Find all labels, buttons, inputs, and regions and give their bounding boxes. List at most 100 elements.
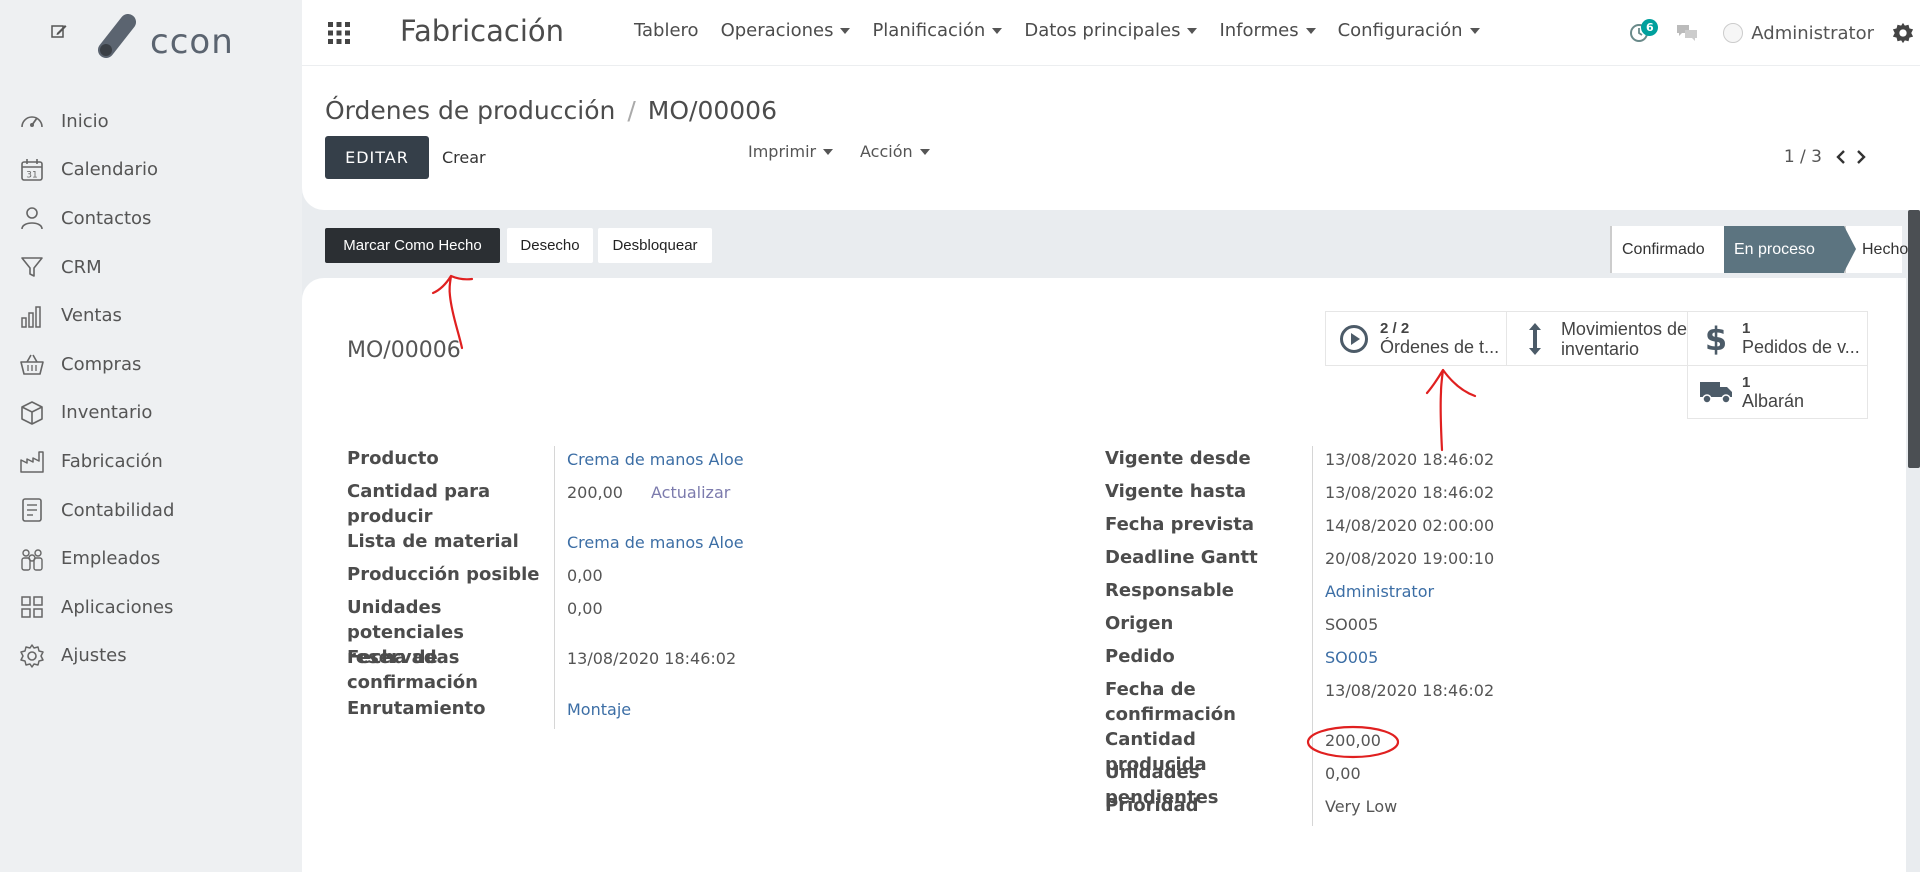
sidebar-item-contactos[interactable]: Contactos [0,194,302,243]
responsible-link[interactable]: Administrator [1313,578,1434,611]
pickings-smart-button[interactable]: 1 Albarán [1687,365,1868,419]
field-value: Very Low [1325,797,1398,816]
field-vigente-hasta: Vigente hasta 13/08/2020 18:46:02 [1105,479,1494,512]
field-value: 0,00 [1325,764,1361,783]
breadcrumb-separator: / [627,96,636,125]
field-label: Vigente hasta [1105,479,1313,512]
systray: 6 Administrator [1629,0,1920,66]
field-label: Lista de material [347,529,555,562]
product-link[interactable]: Crema de manos Aloe [555,446,744,479]
statusbar-stages: Confirmado En proceso Hecho [1610,226,1908,273]
sidebar-item-empleados[interactable]: Empleados [0,534,302,583]
settings-gear-icon[interactable] [1892,22,1914,44]
logo-text: ccon [150,22,234,62]
sidebar-item-label: Aplicaciones [61,596,174,618]
sidebar-item-label: Ajustes [61,645,127,667]
left-field-group: Producto Crema de manos Aloe Cantidad pa… [347,446,744,729]
field-label: Deadline Gantt [1105,545,1313,578]
edit-button[interactable]: EDITAR [325,136,429,179]
apps-menu-icon[interactable] [327,21,351,45]
field-deadline-gantt: Deadline Gantt 20/08/2020 19:00:10 [1105,545,1494,578]
field-label: Pedido [1105,644,1313,677]
pager-value[interactable]: 1 / 3 [1784,147,1822,167]
caret-down-icon [1469,27,1480,34]
stage-confirmado[interactable]: Confirmado [1610,226,1724,273]
field-value: 0,00 [567,566,603,585]
field-fecha-confirmacion-right: Fecha de confirmación 13/08/2020 18:46:0… [1105,677,1494,727]
action-dropdown[interactable]: Acción [860,142,930,161]
sidebar-item-compras[interactable]: Compras [0,340,302,389]
print-dropdown[interactable]: Imprimir [748,142,834,161]
field-label: Fecha de confirmación [1105,677,1313,727]
field-label: Cantidad producida [1105,727,1313,775]
scrollbar[interactable] [1908,210,1920,468]
ledger-icon [18,496,46,524]
sidebar-item-crm[interactable]: CRM [0,243,302,292]
sidebar-item-ajustes[interactable]: Ajustes [0,632,302,681]
sale-orders-smart-button[interactable]: $ 1 Pedidos de v... [1687,311,1868,366]
menu-configuracion[interactable]: Configuración [1338,20,1480,41]
pager: 1 / 3 [1784,147,1868,167]
smart-button-count: 1 [1742,320,1751,337]
chat-icon[interactable] [1675,21,1699,45]
stock-moves-smart-button[interactable]: Movimientos de inventario [1506,311,1688,366]
routing-link[interactable]: Montaje [555,696,631,729]
field-fecha-confirmacion: Fecha de confirmación 13/08/2020 18:46:0… [347,645,744,696]
field-vigente-desde: Vigente desde 13/08/2020 18:46:02 [1105,446,1494,479]
create-button[interactable]: Crear [442,148,486,167]
funnel-icon [18,253,46,281]
sidebar-item-ventas[interactable]: Ventas [0,291,302,340]
field-value: 200,00 [1325,731,1381,750]
field-responsable: Responsable Administrator [1105,578,1494,611]
record-name: MO/00006 [347,338,461,363]
sidebar-item-label: Compras [61,353,142,375]
avatar[interactable] [1723,23,1744,43]
menu-datos-principales[interactable]: Datos principales [1024,20,1198,41]
breadcrumb-current: MO/00006 [647,96,777,125]
sidebar-item-inventario[interactable]: Inventario [0,389,302,438]
activity-button[interactable]: 6 [1629,19,1659,45]
stage-en-proceso[interactable]: En proceso [1724,226,1856,273]
sidebar-item-inicio[interactable]: Inicio [0,97,302,146]
menu-label: Planificación [872,20,986,41]
sidebar-item-label: Contactos [61,207,152,229]
field-value: SO005 [1325,615,1379,634]
play-circle-icon [1336,324,1372,354]
chevron-right-icon[interactable] [1854,150,1868,164]
sidebar-item-label: Contabilidad [61,499,175,521]
menu-planificacion[interactable]: Planificación [872,20,1003,41]
user-menu[interactable]: Administrator [1751,23,1874,44]
caret-down-icon [840,27,851,34]
sidebar-item-label: Inventario [61,402,153,424]
work-orders-smart-button[interactable]: 2 / 2 Órdenes de t... [1325,311,1507,366]
smart-button-count: 2 / 2 [1380,320,1410,337]
field-value: 200,00 [567,483,623,502]
scrap-button[interactable]: Desecho [507,228,593,263]
chevron-left-icon[interactable] [1834,150,1848,164]
mark-as-done-button[interactable]: Marcar Como Hecho [325,228,500,263]
field-label: Fecha de confirmación [347,645,555,696]
basket-icon [18,350,46,378]
unlock-button[interactable]: Desbloquear [598,228,712,263]
field-value: 13/08/2020 18:46:02 [1325,450,1495,469]
field-pedido: Pedido SO005 [1105,644,1494,677]
truck-icon [1698,379,1734,405]
sidebar-item-label: Inicio [61,110,109,132]
menu-informes[interactable]: Informes [1219,20,1316,41]
menu-tablero[interactable]: Tablero [634,20,699,41]
activity-count-badge: 6 [1641,19,1659,36]
breadcrumb-parent-link[interactable]: Órdenes de producción [325,96,615,125]
sidebar-item-label: Ventas [61,305,122,327]
bom-link[interactable]: Crema de manos Aloe [555,529,744,562]
vertical-arrows-icon [1517,322,1553,356]
field-produccion-posible: Producción posible 0,00 [347,562,744,595]
sale-order-link[interactable]: SO005 [1313,644,1378,677]
status-header: Marcar Como Hecho Desecho Desbloquear Co… [302,210,1920,278]
edit-icon[interactable] [50,22,68,40]
menu-operaciones[interactable]: Operaciones [721,20,851,41]
update-quantity-button[interactable]: Actualizar [651,483,730,502]
sidebar-item-contabilidad[interactable]: Contabilidad [0,486,302,535]
sidebar-item-fabricacion[interactable]: Fabricación [0,437,302,486]
sidebar-item-calendario[interactable]: 31 Calendario [0,146,302,195]
sidebar-item-aplicaciones[interactable]: Aplicaciones [0,583,302,632]
